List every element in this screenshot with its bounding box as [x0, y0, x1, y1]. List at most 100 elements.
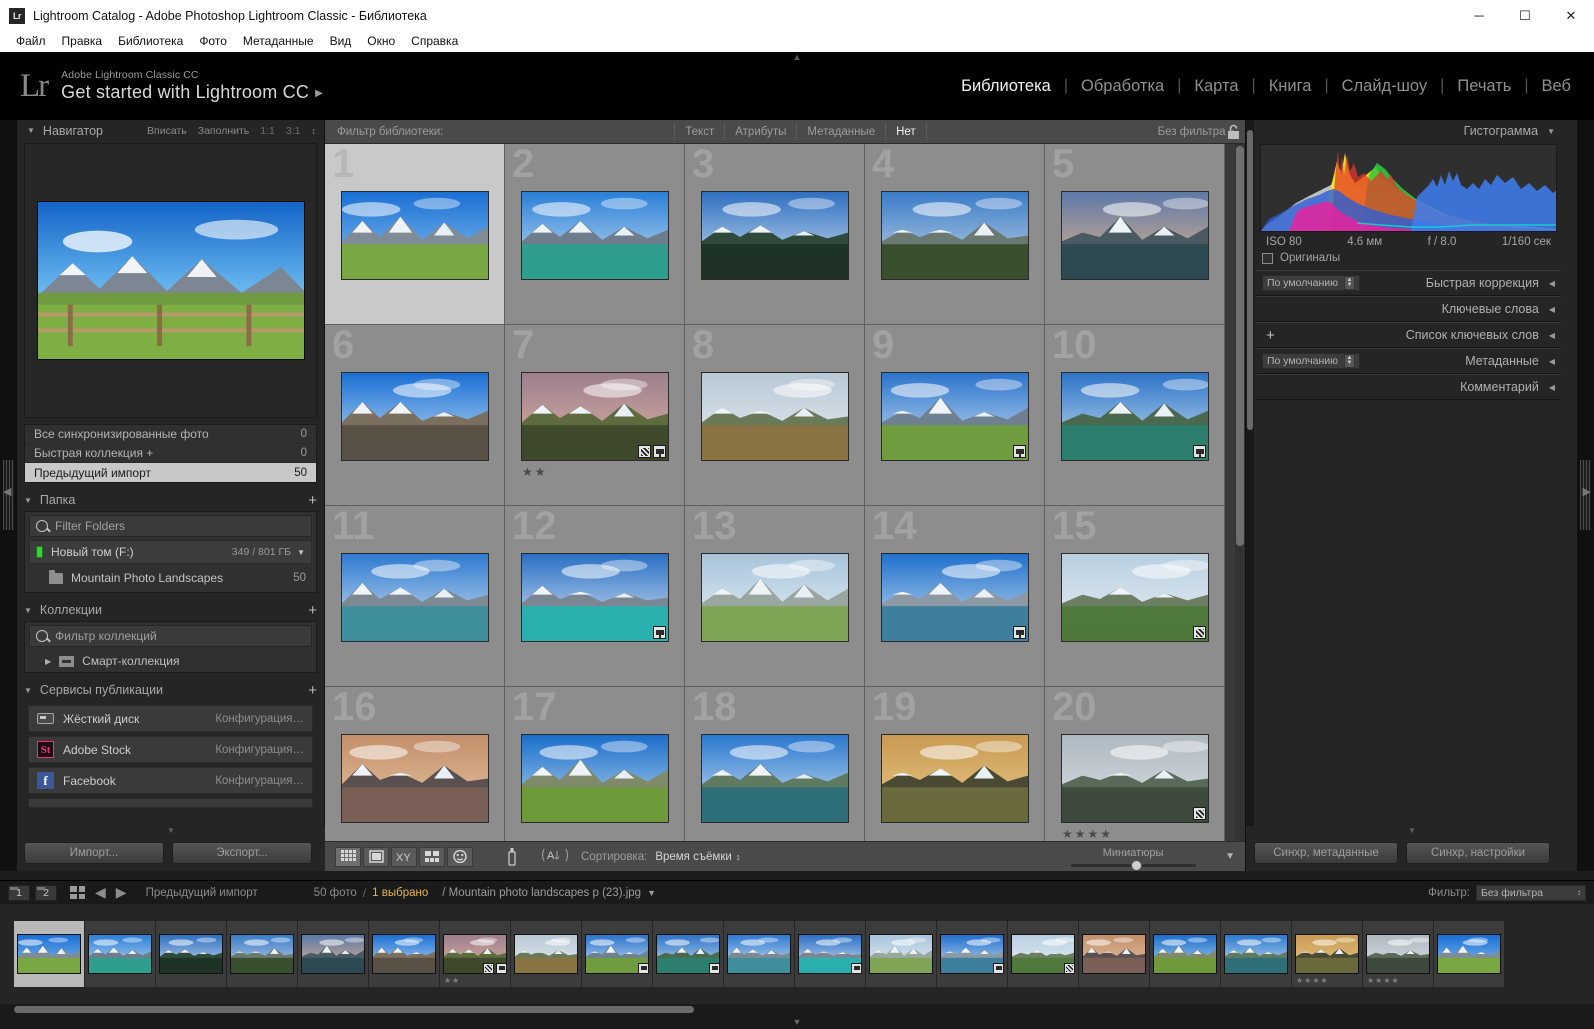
filmstrip-thumbnail[interactable] [1295, 934, 1359, 974]
filmstrip-cell[interactable]: ★★★★ [1363, 921, 1433, 987]
grid-cell[interactable]: 13 [685, 506, 865, 687]
right-panel-collapse-icon[interactable]: ▶ [1583, 485, 1591, 498]
filter-tab-Текст[interactable]: Текст [674, 123, 724, 140]
meta-badge-icon[interactable] [1013, 626, 1026, 639]
next-photo-icon[interactable]: ▶ [116, 884, 127, 901]
filmstrip-rating-stars[interactable]: ★★★★ [1367, 976, 1400, 985]
navigator-zoom-1:1[interactable]: 1:1 [260, 125, 275, 137]
filmstrip-cell[interactable] [1434, 921, 1504, 987]
right-panel-scrollbar[interactable] [1246, 120, 1254, 871]
filmstrip-cell[interactable] [369, 921, 439, 987]
grid-cell[interactable]: 19 [865, 687, 1045, 841]
slider-track[interactable] [1070, 859, 1196, 871]
grid-cell[interactable]: 14 [865, 506, 1045, 687]
grid-cell[interactable]: 10 [1045, 325, 1225, 506]
thumbnail[interactable] [521, 553, 669, 642]
thumbnail[interactable] [521, 734, 669, 823]
menu-item-3[interactable]: Фото [191, 31, 235, 52]
people-view-icon[interactable] [447, 846, 473, 867]
grid-cell[interactable]: 11 [325, 506, 505, 687]
menu-item-7[interactable]: Справка [403, 31, 466, 52]
thumbnail[interactable] [881, 372, 1029, 461]
filmstrip-thumbnail[interactable] [869, 934, 933, 974]
publish-service-facebook[interactable]: f Facebook Конфигурация… [28, 767, 313, 794]
thumbnail-size-slider[interactable]: Миниатюры [1053, 847, 1213, 871]
navigator-zoom-3:1[interactable]: 3:1 [286, 125, 301, 137]
filmstrip-thumbnail[interactable] [727, 934, 791, 974]
module-Печать[interactable]: Печать [1444, 77, 1524, 96]
menu-item-2[interactable]: Библиотека [110, 31, 191, 52]
collection-filter-input[interactable]: Фильтр коллекций [29, 625, 312, 647]
grid-cell[interactable]: 7 ★★ [505, 325, 685, 506]
module-Слайд-шоу[interactable]: Слайд-шоу [1329, 77, 1441, 96]
right-section-2[interactable]: + Список ключевых слов ◀ [1256, 322, 1561, 348]
triangle-down-icon[interactable]: ▼ [24, 686, 32, 695]
filmstrip-thumbnail[interactable] [1366, 934, 1430, 974]
filmstrip-cell[interactable] [1221, 921, 1291, 987]
meta-badge-icon[interactable] [851, 963, 862, 974]
filter-tab-Атрибуты[interactable]: Атрибуты [724, 123, 796, 140]
thumbnail[interactable] [701, 191, 849, 280]
filter-tab-Нет[interactable]: Нет [885, 123, 927, 140]
thumbnail[interactable] [881, 191, 1029, 280]
bottom-panel-collapse-arrow[interactable]: ▼ [0, 1015, 1594, 1029]
thumbnail[interactable] [341, 553, 489, 642]
triangle-down-icon[interactable]: ▼ [24, 606, 32, 615]
right-section-1[interactable]: Ключевые слова ◀ [1256, 296, 1561, 322]
grid-scrollbar-thumb[interactable] [1236, 146, 1244, 546]
grid-cell[interactable]: 2 [505, 144, 685, 325]
navigator-zoom-Заполнить[interactable]: Заполнить [198, 125, 250, 137]
triangle-collapse-icon[interactable]: ◀ [1549, 357, 1555, 366]
export-button[interactable]: Экспорт... [172, 842, 312, 864]
histogram-chart[interactable] [1260, 144, 1557, 232]
grid-cell[interactable]: 6 [325, 325, 505, 506]
close-button[interactable]: ✕ [1548, 0, 1594, 31]
publish-header[interactable]: ▼ Сервисы публикации + [24, 679, 317, 701]
grid-cell[interactable]: 3 [685, 144, 865, 325]
filmstrip-thumbnail[interactable] [514, 934, 578, 974]
collections-header[interactable]: ▼ Коллекции + [24, 599, 317, 621]
filmstrip-thumbnail[interactable] [301, 934, 365, 974]
filmstrip-cell[interactable] [1150, 921, 1220, 987]
import-button[interactable]: Импорт... [24, 842, 164, 864]
filmstrip-cell[interactable] [85, 921, 155, 987]
triangle-down-icon[interactable]: ▼ [24, 496, 32, 505]
module-Обработка[interactable]: Обработка [1068, 77, 1177, 96]
thumbnail[interactable] [341, 734, 489, 823]
right-section-4[interactable]: Комментарий ◀ [1256, 374, 1561, 400]
filmstrip-cell[interactable]: ★★ [440, 921, 510, 987]
toolbar-menu-caret-icon[interactable]: ▼ [1225, 851, 1235, 862]
chevron-down-icon[interactable]: ▼ [297, 548, 305, 557]
catalog-row-1[interactable]: Быстрая коллекция + 0 [25, 444, 316, 463]
grid-cell[interactable]: 8 [685, 325, 865, 506]
filmstrip-thumbnail[interactable] [1224, 934, 1288, 974]
filmstrip-cell[interactable] [227, 921, 297, 987]
filmstrip-rating-stars[interactable]: ★★★★ [1296, 976, 1329, 985]
module-Карта[interactable]: Карта [1181, 77, 1251, 96]
folder-item-mountain[interactable]: Mountain Photo Landscapes 50 [29, 567, 312, 589]
thumbnail[interactable] [701, 553, 849, 642]
sort-value[interactable]: Время съёмки ↕ [655, 851, 740, 863]
filmstrip-cell[interactable]: ★★★★ [1292, 921, 1362, 987]
filmstrip-thumbnail[interactable] [159, 934, 223, 974]
triangle-down-icon[interactable]: ▼ [27, 126, 35, 135]
thumbnail[interactable] [881, 553, 1029, 642]
menu-item-4[interactable]: Метаданные [235, 31, 322, 52]
add-publish-service-icon[interactable]: + [308, 683, 317, 698]
meta-badge-icon[interactable] [993, 963, 1004, 974]
meta-badge-icon[interactable] [1193, 445, 1206, 458]
checkbox-icon[interactable] [1262, 252, 1273, 264]
filmstrip-thumbnail[interactable] [1437, 934, 1501, 974]
stepper-icon[interactable]: ▲ ▼ [1344, 276, 1356, 290]
thumbnail[interactable] [1061, 553, 1209, 642]
right-panel-edge[interactable]: ▶ [1577, 120, 1594, 871]
triangle-collapse-icon[interactable]: ◀ [1549, 383, 1555, 392]
sync-settings-button[interactable]: Синхр, настройки [1406, 842, 1550, 864]
crop-badge-icon[interactable] [1193, 626, 1206, 639]
filmstrip-filter-select[interactable]: Без фильтра ↕ [1476, 884, 1586, 901]
stepper-icon[interactable]: ↕ [1577, 888, 1581, 897]
grid-scrollbar[interactable] [1235, 144, 1245, 841]
grid-cell[interactable]: 17 [505, 687, 685, 841]
crop-badge-icon[interactable] [1193, 807, 1206, 820]
menu-item-0[interactable]: Файл [8, 31, 54, 52]
